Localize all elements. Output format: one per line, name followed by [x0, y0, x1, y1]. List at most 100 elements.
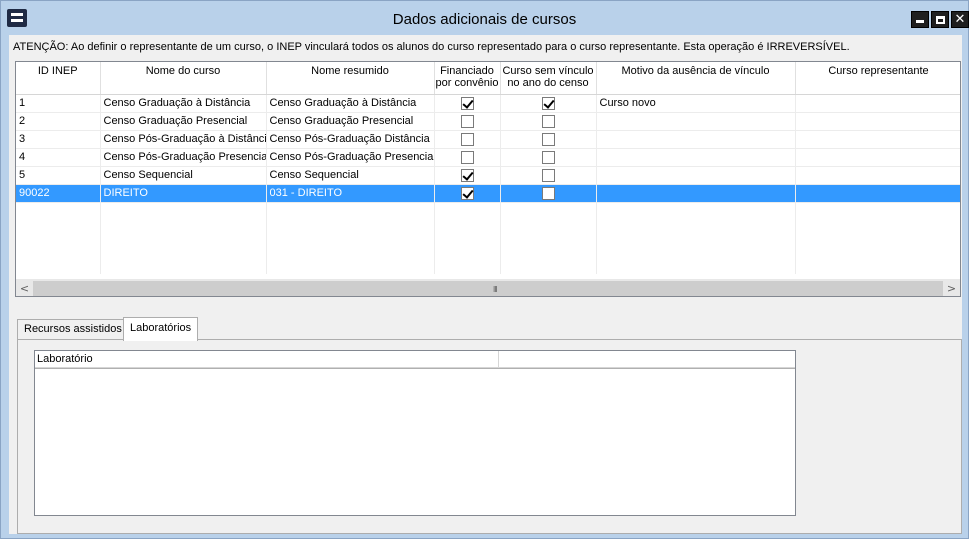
courses-grid[interactable]: ID INEP Nome do curso Nome resumido Fina… — [15, 61, 961, 297]
empty-row — [16, 202, 960, 220]
column-header-representante[interactable]: Curso representante — [795, 62, 960, 95]
cell-id-inep[interactable]: 4 — [16, 148, 101, 167]
empty-cell — [795, 202, 960, 220]
close-icon: ✕ — [954, 12, 966, 27]
minimize-button[interactable] — [911, 11, 929, 28]
empty-cell — [266, 238, 435, 256]
cell-nome-curso[interactable]: Censo Graduação à Distância — [100, 94, 267, 113]
column-header-sem-vinculo[interactable]: Curso sem vínculo no ano do censo — [500, 62, 597, 95]
checkbox[interactable] — [541, 114, 555, 128]
table-row[interactable]: 4 Censo Pós-Graduação Presencial Censo Pós… — [16, 148, 960, 167]
courses-table: ID INEP Nome do curso Nome resumido Fina… — [16, 62, 960, 274]
cell-nome-resumido[interactable]: Censo Sequencial — [266, 166, 435, 185]
empty-cell — [266, 256, 435, 274]
scroll-right-button[interactable]: > — [943, 280, 960, 296]
empty-cell — [500, 202, 597, 220]
header-row: ID INEP Nome do curso Nome resumido Fina… — [16, 62, 960, 95]
cell-nome-curso[interactable]: Censo Graduação Presencial — [100, 112, 267, 131]
empty-cell — [434, 256, 501, 274]
checkbox[interactable] — [541, 132, 555, 146]
cell-id-inep[interactable]: 5 — [16, 166, 101, 185]
cell-sem-vinculo[interactable] — [500, 112, 597, 131]
column-header-id-inep[interactable]: ID INEP — [16, 62, 101, 95]
cell-id-inep[interactable]: 90022 — [16, 184, 101, 203]
empty-cell — [100, 202, 267, 220]
tab-panel-laboratorios: Laboratório — [17, 339, 962, 534]
checkbox[interactable] — [541, 150, 555, 164]
tab-laboratorios[interactable]: Laboratórios — [123, 317, 199, 341]
cell-id-inep[interactable]: 1 — [16, 94, 101, 113]
cell-sem-vinculo[interactable] — [500, 130, 597, 149]
cell-nome-resumido[interactable]: Censo Pós-Graduação Distância — [266, 130, 435, 149]
table-row[interactable]: 1 Censo Graduação à Distância Censo Gradua… — [16, 94, 960, 113]
title-bar[interactable]: Dados adicionais de cursos ✕ — [1, 1, 969, 33]
checkbox[interactable] — [460, 168, 474, 182]
checkbox[interactable] — [541, 186, 555, 200]
cell-sem-vinculo[interactable] — [500, 148, 597, 167]
cell-financiado[interactable] — [434, 130, 501, 149]
cell-nome-resumido[interactable]: Censo Graduação à Distância — [266, 94, 435, 113]
cell-financiado[interactable] — [434, 166, 501, 185]
cell-representante[interactable] — [795, 184, 960, 203]
column-header-nome-resumido[interactable]: Nome resumido — [266, 62, 435, 95]
cell-sem-vinculo[interactable] — [500, 184, 597, 203]
cell-motivo[interactable] — [596, 166, 796, 185]
main-window: Dados adicionais de cursos ✕ ATENÇÃO: Ao… — [0, 0, 969, 539]
checkbox[interactable] — [460, 114, 474, 128]
laboratorios-body[interactable] — [35, 368, 795, 515]
cell-financiado[interactable] — [434, 184, 501, 203]
checkbox[interactable] — [460, 150, 474, 164]
cell-representante[interactable] — [795, 166, 960, 185]
cell-motivo[interactable] — [596, 148, 796, 167]
empty-cell — [500, 238, 597, 256]
cell-nome-resumido[interactable]: 031 - DIREITO — [266, 184, 435, 203]
cell-nome-curso[interactable]: Censo Sequencial — [100, 166, 267, 185]
laboratorios-header: Laboratório — [35, 351, 795, 368]
cell-motivo[interactable] — [596, 112, 796, 131]
cell-id-inep[interactable]: 3 — [16, 130, 101, 149]
cell-financiado[interactable] — [434, 94, 501, 113]
cell-nome-curso[interactable]: DIREITO — [100, 184, 267, 203]
checkbox[interactable] — [541, 168, 555, 182]
laboratorios-grid[interactable]: Laboratório — [34, 350, 796, 516]
empty-row — [16, 220, 960, 238]
window-title: Dados adicionais de cursos — [392, 11, 577, 28]
close-button[interactable]: ✕ — [951, 11, 969, 28]
cell-nome-resumido[interactable]: Censo Pós-Graduação Presencial — [266, 148, 435, 167]
cell-motivo[interactable]: Curso novo — [596, 94, 796, 113]
table-row[interactable]: 5 Censo Sequencial Censo Sequencial — [16, 166, 960, 185]
column-header-financiado[interactable]: Financiado por convênio — [434, 62, 501, 95]
horizontal-scrollbar[interactable]: < III > — [16, 279, 960, 296]
cell-motivo[interactable] — [596, 130, 796, 149]
scroll-left-button[interactable]: < — [16, 280, 33, 296]
checkbox[interactable] — [541, 96, 555, 110]
cell-representante[interactable] — [795, 148, 960, 167]
column-header-nome-curso[interactable]: Nome do curso — [100, 62, 267, 95]
empty-cell — [16, 238, 101, 256]
table-row[interactable]: 2 Censo Graduação Presencial Censo Graduaç… — [16, 112, 960, 131]
maximize-button[interactable] — [931, 11, 949, 28]
tab-recursos-assistidos[interactable]: Recursos assistidos — [17, 319, 129, 339]
minimize-icon — [916, 20, 924, 23]
table-row[interactable]: 90022 DIREITO 031 - DIREITO — [16, 184, 960, 203]
column-header-motivo[interactable]: Motivo da ausência de vínculo — [596, 62, 796, 95]
column-header-laboratorio[interactable]: Laboratório — [35, 351, 499, 368]
checkbox[interactable] — [460, 96, 474, 110]
checkbox[interactable] — [460, 132, 474, 146]
cell-id-inep[interactable]: 2 — [16, 112, 101, 131]
cell-representante[interactable] — [795, 130, 960, 149]
checkbox[interactable] — [460, 186, 474, 200]
cell-financiado[interactable] — [434, 112, 501, 131]
cell-sem-vinculo[interactable] — [500, 94, 597, 113]
cell-motivo[interactable] — [596, 184, 796, 203]
cell-sem-vinculo[interactable] — [500, 166, 597, 185]
cell-financiado[interactable] — [434, 148, 501, 167]
scroll-thumb[interactable]: III — [33, 281, 943, 296]
cell-nome-curso[interactable]: Censo Pós-Graduação à Distância — [100, 130, 267, 149]
cell-nome-resumido[interactable]: Censo Graduação Presencial — [266, 112, 435, 131]
table-row[interactable]: 3 Censo Pós-Graduação à Distância Censo Pó… — [16, 130, 960, 149]
cell-representante[interactable] — [795, 112, 960, 131]
empty-cell — [16, 220, 101, 238]
cell-nome-curso[interactable]: Censo Pós-Graduação Presencial — [100, 148, 267, 167]
cell-representante[interactable] — [795, 94, 960, 113]
